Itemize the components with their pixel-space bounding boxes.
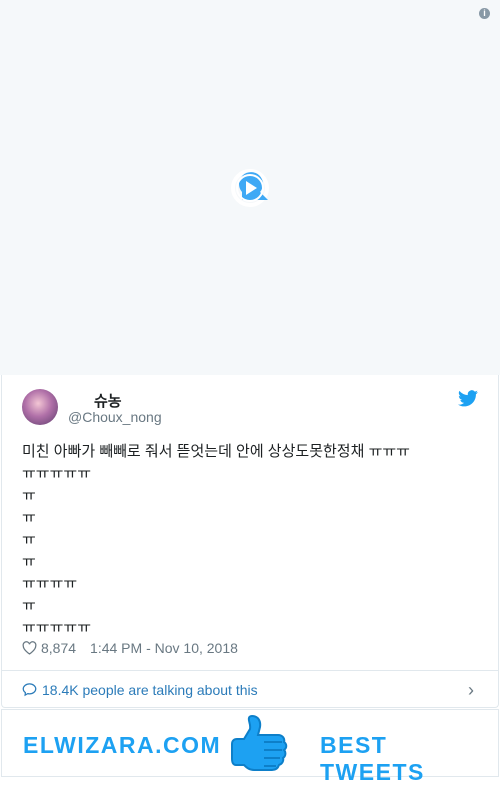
twitter-bird-icon[interactable] (458, 390, 478, 407)
thumbs-up-icon (231, 714, 288, 771)
tweet-line: ㅠ (22, 597, 36, 614)
tweet-line: ㅠㅠㅠㅠㅠ (22, 465, 92, 482)
user-name[interactable]: 슈농 (94, 390, 122, 411)
tweet-line: ㅠ (22, 487, 36, 504)
banner-site: ELWIZARA.COM (23, 732, 222, 758)
comment-icon (22, 683, 37, 697)
talking-label: 18.4K people are talking about this (42, 681, 258, 698)
tweet-line: ㅠ (22, 553, 36, 570)
chevron-right-icon: › (468, 680, 474, 700)
banner-tagline: BEST TWEETS (320, 732, 425, 785)
tweet-line: 미친 아빠가 빼빼로 줘서 뜯엇는데 안에 상상도못한정채 ㅠㅠㅠ (22, 443, 410, 460)
info-icon[interactable]: i (479, 8, 490, 19)
conversation-link[interactable]: 18.4K people are talking about this › (2, 670, 498, 708)
heart-icon[interactable] (22, 641, 37, 655)
like-count[interactable]: 8,874 (41, 640, 76, 656)
tweet-meta: 8,874 1:44 PM - Nov 10, 2018 (22, 640, 238, 656)
tweet-line: ㅠ (22, 531, 36, 548)
tweet-text: 미친 아빠가 빼빼로 줘서 뜯엇는데 안에 상상도못한정채 ㅠㅠㅠ ㅠㅠㅠㅠㅠ … (22, 441, 410, 639)
tweet-card: 슈농 @Choux_nong 미친 아빠가 빼빼로 줘서 뜯엇는데 안에 상상도… (1, 375, 499, 708)
timestamp[interactable]: 1:44 PM - Nov 10, 2018 (90, 640, 238, 656)
tweet-line: ㅠ (22, 509, 36, 526)
avatar[interactable] (22, 389, 58, 425)
tweet-line: ㅠㅠㅠㅠ (22, 575, 78, 592)
user-handle[interactable]: @Choux_nong (68, 409, 162, 425)
promo-banner: ELWIZARA.COM BEST TWEETS (1, 709, 499, 785)
tweet-line: ㅠㅠㅠㅠㅠ (22, 619, 92, 636)
video-media[interactable]: i (0, 0, 500, 375)
play-loader-icon[interactable] (230, 168, 270, 208)
